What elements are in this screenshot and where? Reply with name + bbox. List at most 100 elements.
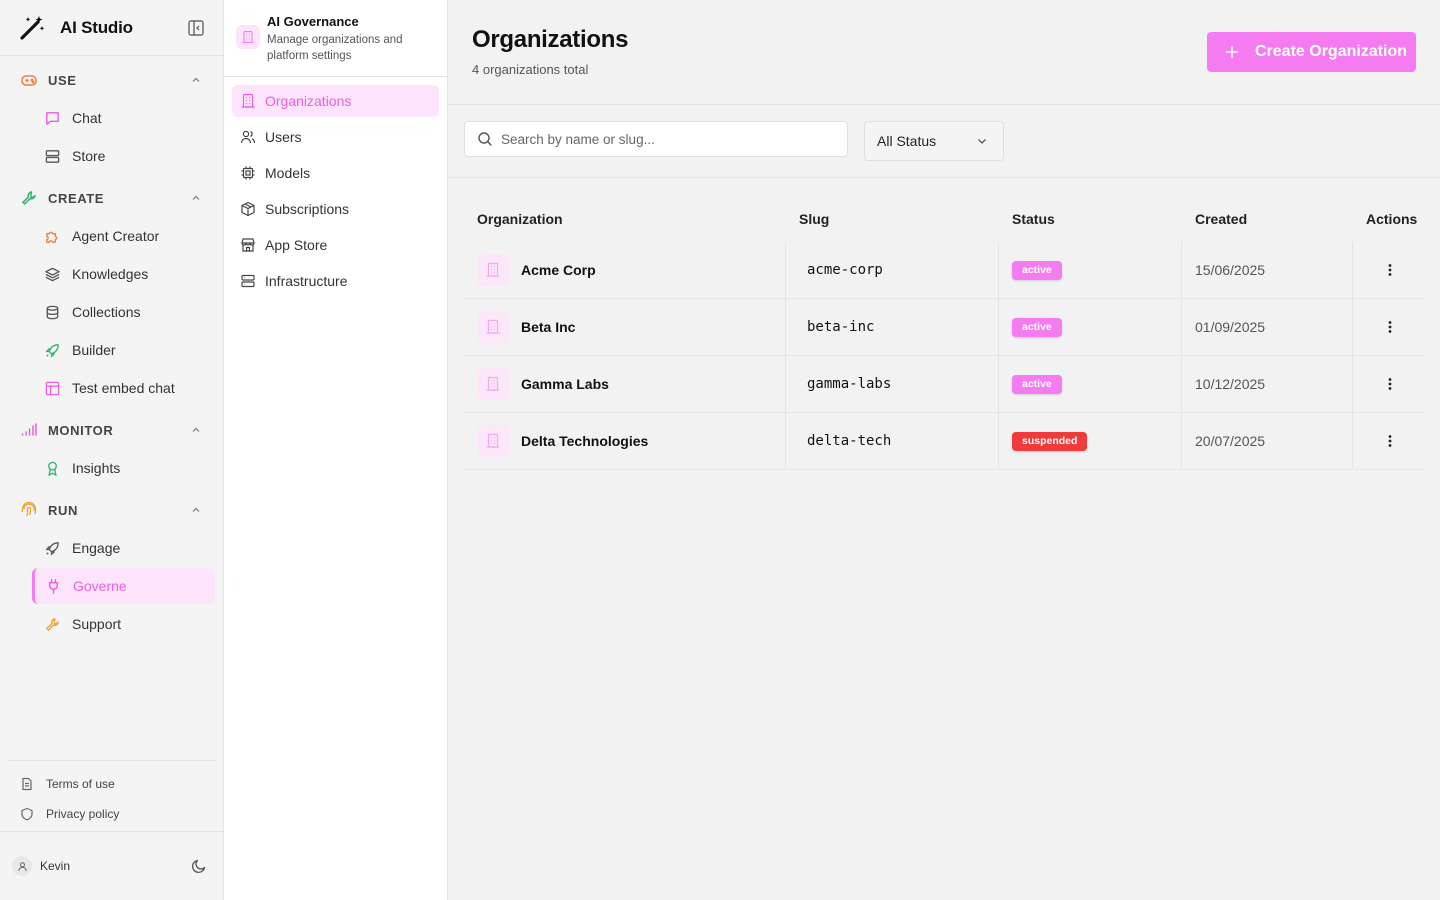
subnav-item-users[interactable]: Users	[232, 121, 439, 153]
subnav-item-label: Organizations	[265, 93, 352, 109]
sidebar-item-collections[interactable]: Collections	[32, 294, 215, 330]
actions-cell	[1353, 242, 1424, 298]
users-icon	[240, 130, 256, 144]
created-date: 10/12/2025	[1195, 376, 1266, 392]
governance-subnav: AI Governance Manage organizations and p…	[224, 0, 448, 900]
sidebar-item-agent-creator[interactable]: Agent Creator	[32, 218, 215, 254]
organization-cell: Gamma Labs	[464, 356, 786, 412]
subnav-item-label: Models	[265, 165, 311, 181]
privacy-policy-link[interactable]: Privacy policy	[8, 799, 215, 829]
chevron-up-icon	[192, 427, 200, 432]
created-cell: 01/09/2025	[1182, 299, 1353, 355]
subnav-item-label: Subscriptions	[265, 201, 350, 217]
main-content: Organizations 4 organizations total Crea…	[448, 0, 1440, 900]
subnav-item-app-store[interactable]: App Store	[232, 229, 439, 261]
sidebar-item-knowledges[interactable]: Knowledges	[32, 256, 215, 292]
table-row[interactable]: Delta Technologies delta-tech suspended …	[464, 413, 1424, 470]
table-row[interactable]: Beta Inc beta-inc active 01/09/2025	[464, 299, 1424, 356]
building-icon	[236, 25, 260, 49]
sidebar-item-governe[interactable]: Governe	[32, 568, 215, 604]
created-date: 15/06/2025	[1195, 262, 1266, 278]
sidebar-item-support[interactable]: Support	[32, 606, 215, 642]
layout-icon	[45, 381, 60, 395]
more-vertical-icon[interactable]	[1382, 433, 1398, 449]
column-header-created[interactable]: Created	[1182, 196, 1353, 242]
more-vertical-icon[interactable]	[1382, 262, 1398, 278]
sidebar-item-test-embed-chat[interactable]: Test embed chat	[32, 370, 215, 406]
search-input[interactable]	[501, 131, 821, 147]
status-badge: active	[1012, 374, 1062, 394]
created-date: 20/07/2025	[1195, 433, 1266, 449]
sidebar-item-label: Knowledges	[72, 266, 149, 282]
sidebar-item-label: Builder	[72, 342, 116, 358]
award-icon	[48, 461, 57, 476]
page-header: Organizations 4 organizations total Crea…	[448, 0, 1440, 105]
brand-header: AI Studio	[0, 0, 223, 56]
signal-bars-icon	[21, 423, 37, 436]
column-header-slug[interactable]: Slug	[786, 196, 999, 242]
subnav-item-models[interactable]: Models	[232, 157, 439, 189]
status-cell: active	[999, 299, 1182, 355]
subnav-header: AI Governance Manage organizations and p…	[224, 0, 447, 77]
more-vertical-icon[interactable]	[1382, 319, 1398, 335]
sidebar-item-chat[interactable]: Chat	[32, 100, 215, 136]
building-icon	[477, 368, 509, 400]
column-header-status[interactable]: Status	[999, 196, 1182, 242]
moon-icon[interactable]	[191, 858, 207, 874]
organization-cell: Acme Corp	[464, 242, 786, 298]
subnav-item-label: Users	[265, 129, 302, 145]
organization-slug: acme-corp	[807, 262, 883, 278]
chevron-up-icon	[192, 507, 200, 512]
sidebar-item-label: Support	[72, 616, 122, 632]
search-box	[464, 121, 848, 157]
actions-cell	[1353, 356, 1424, 412]
cpu-icon	[241, 166, 255, 180]
created-cell: 10/12/2025	[1182, 356, 1353, 412]
subnav-item-label: App Store	[265, 237, 328, 253]
column-header-actions: Actions	[1366, 211, 1418, 227]
organization-cell: Delta Technologies	[464, 413, 786, 469]
more-vertical-icon[interactable]	[1382, 376, 1398, 392]
organizations-count: 4 organizations total	[472, 62, 589, 77]
organization-name: Acme Corp	[521, 262, 596, 278]
status-cell: active	[999, 242, 1182, 298]
rocket-icon	[45, 343, 59, 358]
status-filter-select[interactable]: All Status	[864, 121, 1004, 161]
sidebar-item-insights[interactable]: Insights	[32, 450, 215, 486]
subnav-subtitle: Manage organizations and platform settin…	[267, 34, 403, 62]
actions-cell	[1353, 299, 1424, 355]
terms-of-use-link[interactable]: Terms of use	[8, 769, 215, 799]
package-icon	[241, 201, 255, 217]
fingerprint-icon	[21, 501, 37, 517]
sidebar-item-store[interactable]: Store	[32, 138, 215, 174]
server-icon	[241, 274, 255, 288]
created-date: 01/09/2025	[1195, 319, 1266, 335]
subnav-item-subscriptions[interactable]: Subscriptions	[232, 193, 439, 225]
sidebar-item-label: Engage	[72, 540, 121, 556]
table-row[interactable]: Acme Corp acme-corp active 15/06/2025	[464, 242, 1424, 299]
section-use[interactable]: USE	[0, 62, 223, 98]
sidebar-item-label: Chat	[72, 110, 102, 126]
terms-of-use-label: Terms of use	[46, 777, 115, 791]
subnav-title: AI Governance	[267, 14, 359, 29]
column-header-organization[interactable]: Organization	[464, 196, 786, 242]
shield-icon	[21, 807, 33, 821]
create-organization-button[interactable]: Create Organization	[1207, 32, 1416, 72]
slug-cell: beta-inc	[786, 299, 999, 355]
building-icon	[477, 425, 509, 457]
organization-slug: delta-tech	[807, 433, 892, 449]
table-row[interactable]: Gamma Labs gamma-labs active 10/12/2025	[464, 356, 1424, 413]
app-title: AI Studio	[60, 17, 133, 37]
plus-icon	[1225, 45, 1239, 59]
sidebar-item-builder[interactable]: Builder	[32, 332, 215, 368]
avatar[interactable]	[12, 856, 32, 876]
sidebar-collapse-icon[interactable]	[187, 19, 205, 37]
sidebar-item-engage[interactable]: Engage	[32, 530, 215, 566]
subnav-item-infrastructure[interactable]: Infrastructure	[232, 265, 439, 297]
status-badge: suspended	[1012, 431, 1088, 451]
section-create[interactable]: CREATE	[0, 180, 223, 216]
section-monitor[interactable]: MONITOR	[0, 412, 223, 448]
section-run[interactable]: RUN	[0, 492, 223, 528]
sidebar-item-label: Store	[72, 148, 106, 164]
subnav-item-organizations[interactable]: Organizations	[232, 85, 439, 117]
